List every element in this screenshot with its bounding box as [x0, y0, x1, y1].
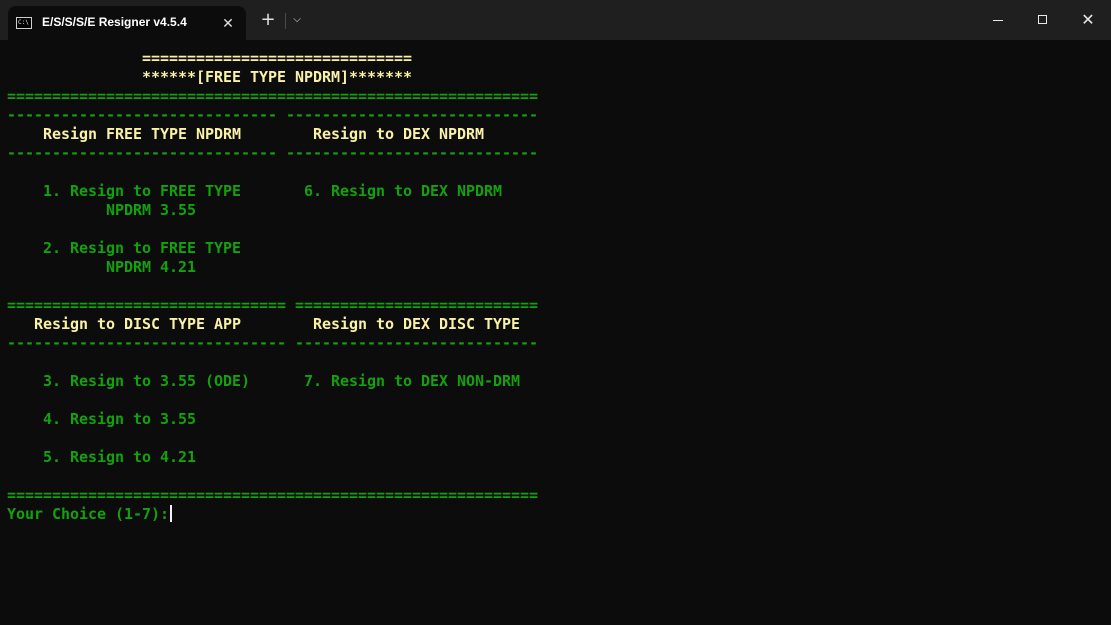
terminal-line: ------------------------------ ---------…: [7, 106, 539, 124]
menu-option-line: 5. Resign to 4.21: [7, 448, 197, 466]
terminal-line: ========================================…: [7, 486, 539, 504]
terminal-line: ------------------------------ ---------…: [7, 144, 539, 162]
terminal-line: =============================== ========…: [7, 296, 539, 314]
maximize-button[interactable]: [1020, 0, 1066, 40]
terminal-icon: C:\: [16, 17, 32, 29]
tab-title: E/S/S/S/E Resigner v4.5.4: [42, 15, 187, 29]
tab-divider: [285, 13, 286, 29]
menu-option-line: 4. Resign to 3.55: [7, 410, 197, 428]
terminal-output[interactable]: ============================== ******[FR…: [0, 40, 1111, 625]
prompt-label: Your Choice (1-7):: [7, 505, 170, 523]
close-tab-button[interactable]: ✕: [218, 14, 238, 34]
menu-option-line: NPDRM 4.21: [7, 258, 197, 276]
terminal-line: Resign to DISC TYPE APP Resign to DEX DI…: [7, 315, 521, 333]
close-window-button[interactable]: ✕: [1065, 0, 1111, 40]
input-prompt[interactable]: Your Choice (1-7):: [7, 505, 173, 524]
menu-option-line: 1. Resign to FREE TYPE 6. Resign to DEX …: [7, 182, 503, 200]
terminal-line: ==============================: [7, 49, 413, 67]
tab-dropdown-button[interactable]: ⌵: [289, 12, 305, 28]
minimize-icon: [993, 20, 1003, 21]
terminal-line: ------------------------------- --------…: [7, 334, 539, 352]
menu-option-line: 2. Resign to FREE TYPE: [7, 239, 242, 257]
terminal-line: Resign FREE TYPE NPDRM Resign to DEX NPD…: [7, 125, 485, 143]
menu-option-line: NPDRM 3.55: [7, 201, 197, 219]
maximize-icon: [1038, 15, 1047, 24]
menu-option-line: 3. Resign to 3.55 (ODE) 7. Resign to DEX…: [7, 372, 521, 390]
terminal-tab[interactable]: C:\ E/S/S/S/E Resigner v4.5.4 ✕: [8, 6, 246, 40]
text-cursor: [170, 505, 173, 522]
title-bar: C:\ E/S/S/S/E Resigner v4.5.4 ✕ + ⌵ ✕: [0, 0, 1111, 40]
terminal-line: ******[FREE TYPE NPDRM]*******: [7, 68, 413, 86]
terminal-line: ========================================…: [7, 87, 539, 105]
new-tab-button[interactable]: +: [258, 10, 278, 30]
minimize-button[interactable]: [975, 0, 1021, 40]
